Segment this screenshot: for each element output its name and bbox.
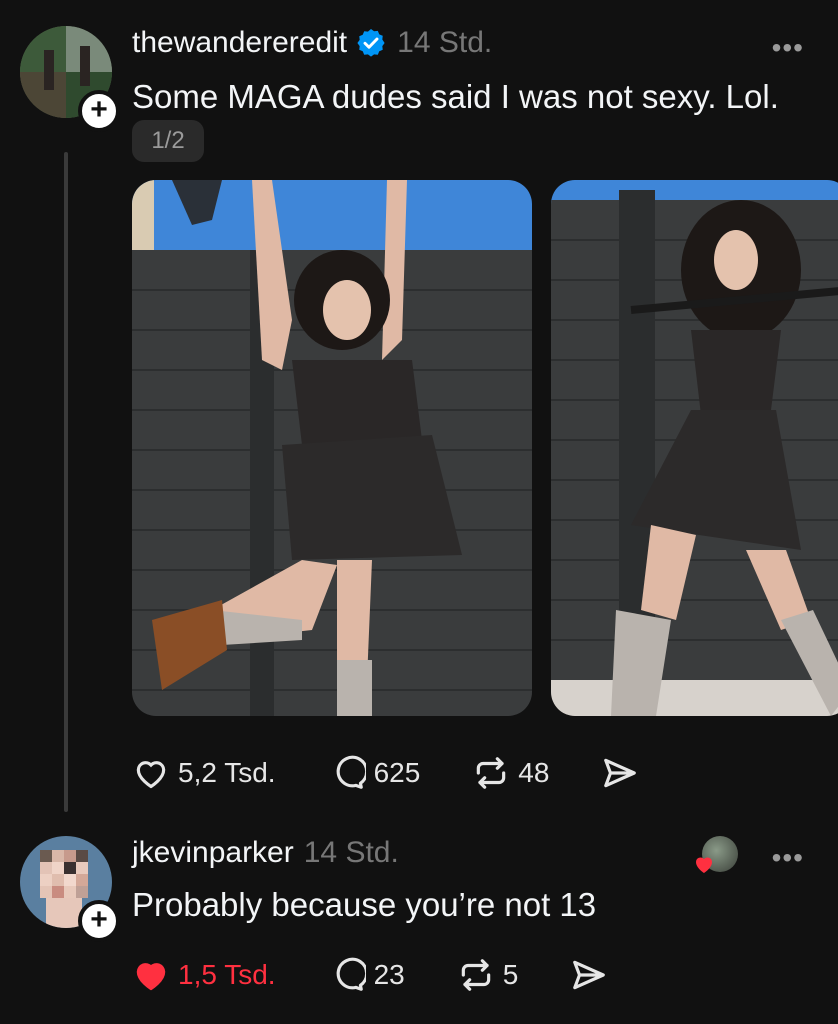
follow-button[interactable]: + bbox=[78, 90, 120, 132]
repost-button[interactable]: 5 bbox=[457, 956, 519, 994]
like-count: 5,2 Tsd. bbox=[178, 757, 276, 788]
repost-icon bbox=[461, 959, 490, 991]
repost-button[interactable]: 48 bbox=[472, 754, 549, 792]
comment-button[interactable]: 23 bbox=[328, 956, 405, 994]
liked-by-author-heart-icon bbox=[696, 857, 712, 873]
thread-line bbox=[64, 152, 68, 812]
post-text: Some MAGA dudes said I was not sexy. Lol… bbox=[132, 78, 779, 115]
post-image-2[interactable] bbox=[551, 180, 838, 716]
page-indicator: 1/2 bbox=[132, 120, 204, 162]
reply-actions: 1,5 Tsd. 23 5 bbox=[132, 956, 660, 994]
more-options-button[interactable]: ••• bbox=[772, 32, 804, 64]
heart-icon bbox=[136, 761, 166, 789]
send-icon bbox=[604, 758, 637, 788]
reply-text: Probably because you’re not 13 bbox=[132, 886, 597, 923]
comment-icon bbox=[336, 755, 366, 789]
like-count: 1,5 Tsd. bbox=[178, 959, 276, 990]
repost-count: 48 bbox=[518, 757, 550, 788]
share-button[interactable] bbox=[570, 956, 608, 994]
verified-badge-icon bbox=[357, 29, 385, 57]
post-time: 14 Std. bbox=[397, 26, 493, 59]
username[interactable]: thewandereredit bbox=[132, 26, 347, 60]
username[interactable]: jkevinparker bbox=[132, 836, 294, 870]
heart-filled-icon bbox=[136, 963, 166, 991]
reply-avatar-wrap[interactable]: + bbox=[20, 836, 120, 942]
repost-icon bbox=[477, 757, 506, 789]
comment-icon bbox=[336, 957, 366, 991]
comment-count: 625 bbox=[373, 757, 421, 788]
comment-button[interactable]: 625 bbox=[328, 754, 421, 792]
post-header: thewandereredit 14 Std. bbox=[132, 26, 492, 60]
more-options-button[interactable]: ••• bbox=[772, 842, 804, 874]
post-actions: 5,2 Tsd. 625 48 bbox=[132, 754, 691, 792]
send-icon bbox=[573, 960, 606, 990]
repost-count: 5 bbox=[502, 959, 519, 990]
follow-button[interactable]: + bbox=[78, 900, 120, 942]
comment-count: 23 bbox=[373, 959, 405, 990]
post-image-1[interactable] bbox=[132, 180, 532, 716]
like-button[interactable]: 5,2 Tsd. bbox=[132, 754, 276, 792]
reply-header: jkevinparker 14 Std. bbox=[132, 836, 399, 870]
post-avatar-wrap[interactable]: + bbox=[20, 26, 120, 132]
share-button[interactable] bbox=[601, 754, 639, 792]
reply-time: 14 Std. bbox=[303, 836, 399, 869]
like-button[interactable]: 1,5 Tsd. bbox=[132, 956, 276, 994]
